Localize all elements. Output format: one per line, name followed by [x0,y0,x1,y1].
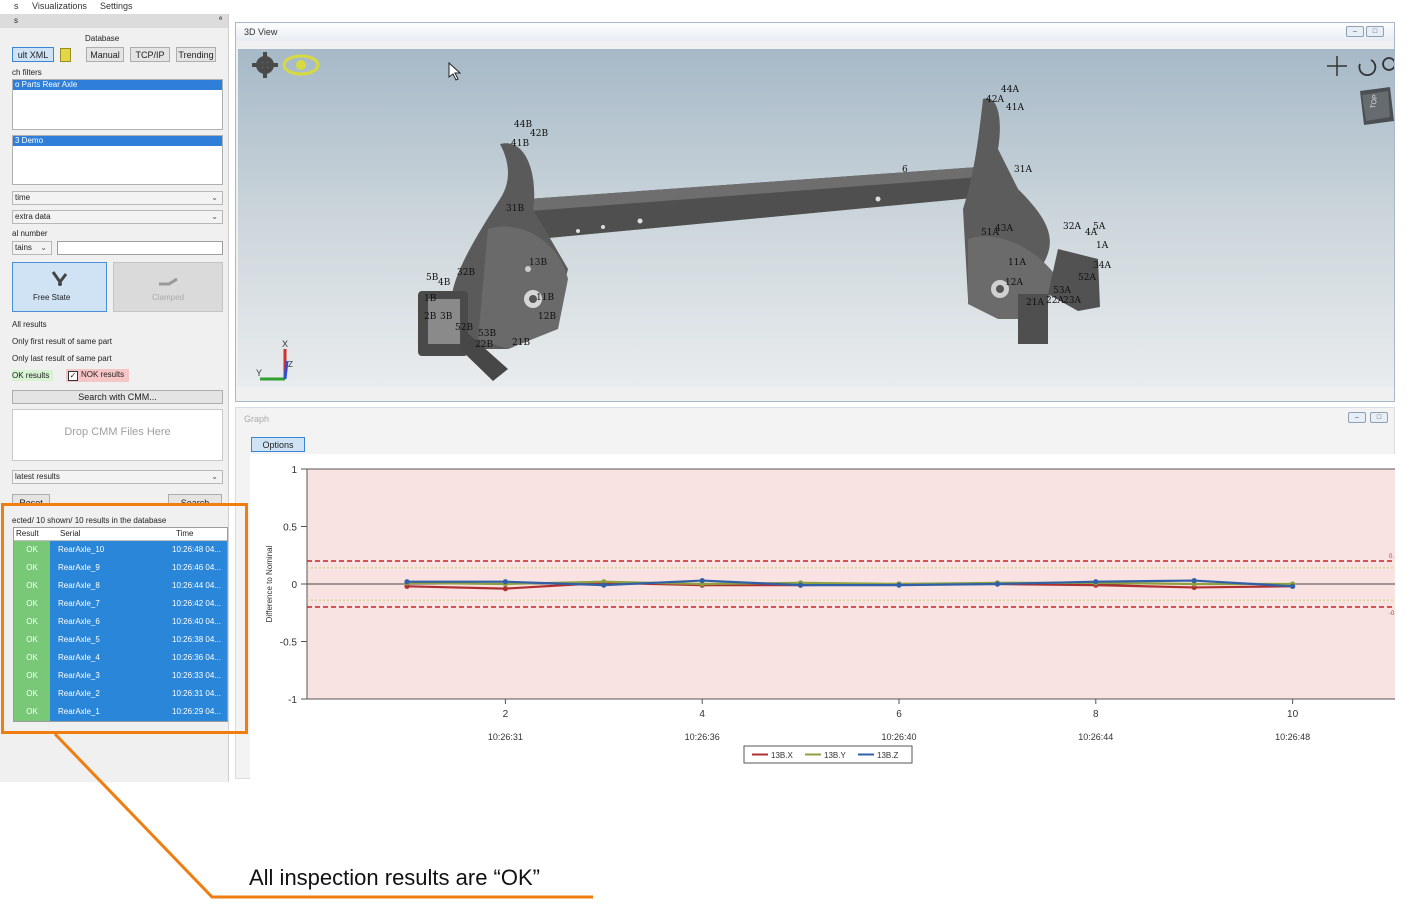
callout-connector [53,732,593,899]
callout-text: All inspection results are “OK” [249,865,540,890]
